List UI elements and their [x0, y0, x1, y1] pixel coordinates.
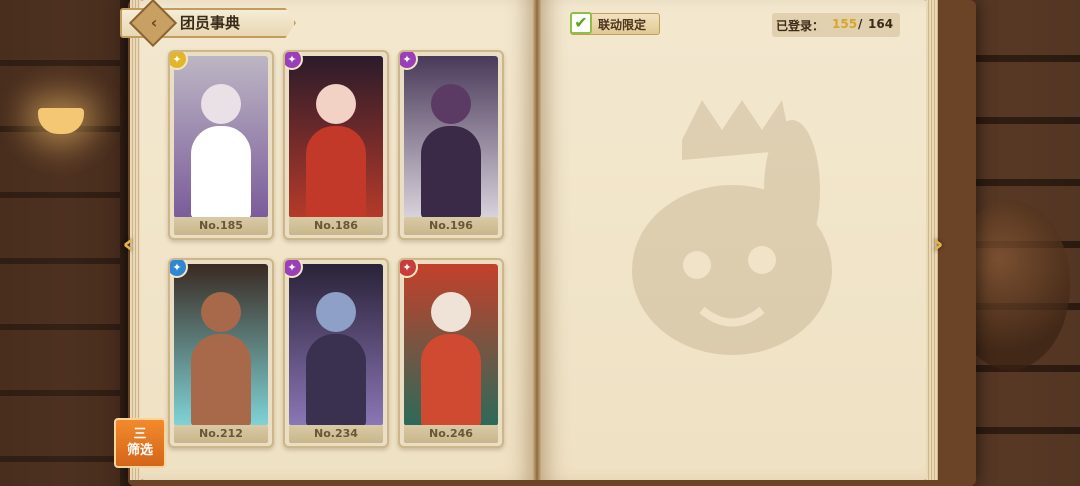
- character-portrait: [289, 264, 383, 426]
- character-figure-body: [191, 126, 251, 218]
- character-portrait: [174, 264, 268, 426]
- character-portrait: [289, 56, 383, 218]
- bunny-crown-watermark-icon: [632, 100, 832, 355]
- character-figure-body: [421, 334, 481, 426]
- character-figure-head: [201, 292, 241, 332]
- filter-icon: 三: [133, 427, 147, 442]
- character-card[interactable]: No.185 ✦: [168, 50, 274, 240]
- character-card[interactable]: No.186 ✦: [283, 50, 389, 240]
- character-figure-head: [431, 84, 471, 124]
- character-figure-body: [306, 334, 366, 426]
- character-number: No.185: [174, 217, 268, 235]
- character-figure-body: [191, 334, 251, 426]
- book-spine: [533, 0, 541, 480]
- character-card[interactable]: No.234 ✦: [283, 258, 389, 448]
- page-title: 团员事典: [180, 14, 241, 32]
- character-figure-head: [316, 84, 356, 124]
- character-portrait: [404, 264, 498, 426]
- character-card[interactable]: No.196 ✦: [398, 50, 504, 240]
- character-figure-body: [306, 126, 366, 218]
- character-number: No.234: [289, 425, 383, 443]
- character-number: No.212: [174, 425, 268, 443]
- bookshelf-left: [0, 0, 120, 486]
- character-card[interactable]: No.246 ✦: [398, 258, 504, 448]
- registered-label: 已登录：: [776, 19, 825, 33]
- character-figure-head: [431, 292, 471, 332]
- character-number: No.186: [289, 217, 383, 235]
- prev-page-arrow-icon[interactable]: ‹: [116, 228, 140, 260]
- character-figure-head: [316, 292, 356, 332]
- character-portrait: [174, 56, 268, 218]
- character-figure-head: [201, 84, 241, 124]
- filter-label: 筛选: [126, 443, 153, 458]
- back-arrow-icon[interactable]: ‹: [144, 13, 164, 33]
- collab-checkbox[interactable]: ✔: [570, 12, 592, 34]
- next-page-arrow-icon[interactable]: ›: [926, 228, 950, 260]
- filter-button[interactable]: 三 筛选: [114, 418, 166, 468]
- registered-separator: /: [858, 17, 863, 31]
- collab-limited-label: 联动限定: [598, 18, 647, 32]
- character-figure-body: [421, 126, 481, 218]
- registered-total: 164: [868, 17, 894, 31]
- checkmark-icon: ✔: [574, 13, 588, 32]
- character-number: No.196: [404, 217, 498, 235]
- character-number: No.246: [404, 425, 498, 443]
- character-portrait: [404, 56, 498, 218]
- registered-current: 155: [832, 17, 858, 31]
- character-card[interactable]: No.212 ✦: [168, 258, 274, 448]
